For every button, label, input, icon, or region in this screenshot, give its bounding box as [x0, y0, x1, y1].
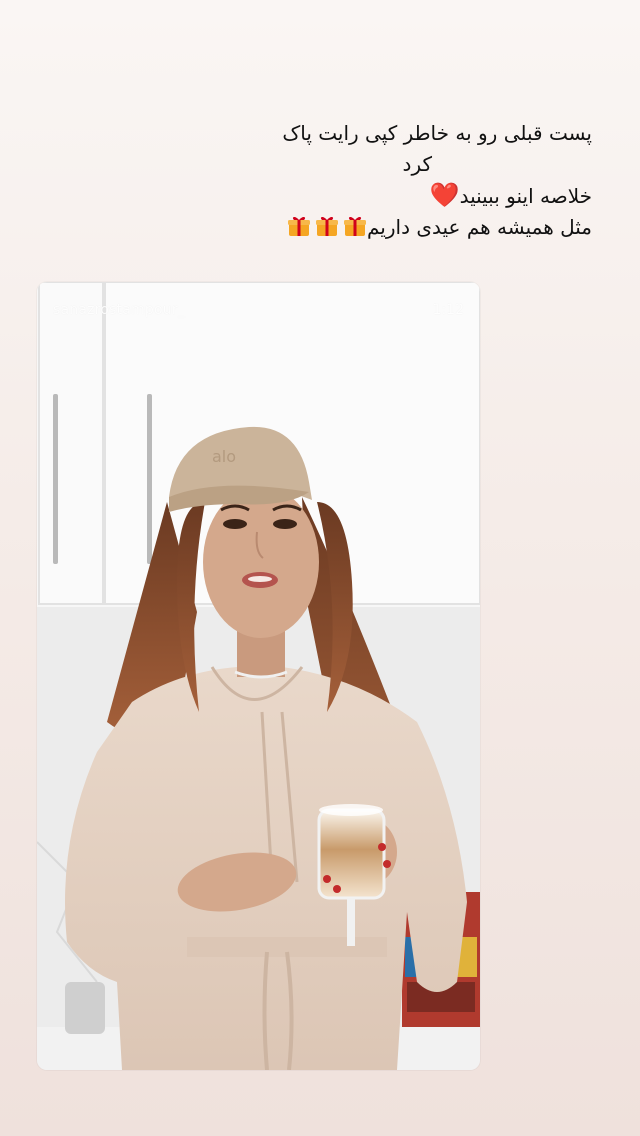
gift-icons: [283, 215, 367, 239]
latte-glass: [317, 808, 386, 900]
caption-line-2: کرد: [402, 152, 432, 176]
reposted-video[interactable]: alo sanazrostampour_ 1:12: [37, 282, 480, 1070]
cabinet-handle: [147, 394, 152, 564]
video-duration: 1:12: [432, 302, 464, 318]
video-frame: alo: [37, 282, 480, 1070]
svg-text:alo: alo: [212, 447, 236, 466]
heart-icon: ❤️: [429, 181, 460, 209]
gift-icon: [287, 214, 311, 238]
story-caption: پست قبلی رو به خاطر کپی رایت پاک کرد خلا…: [192, 118, 592, 243]
caption-line-1: پست قبلی رو به خاطر کپی رایت پاک: [282, 121, 592, 145]
caption-line-4: مثل همیشه هم عیدی داریم: [192, 212, 592, 243]
caption-line-4-text: مثل همیشه هم عیدی داریم: [366, 215, 592, 239]
gift-icon: [343, 214, 367, 238]
caption-line-3-text: خلاصه اینو ببینید: [459, 184, 592, 208]
cabinet-handle: [53, 394, 58, 564]
gift-icon: [315, 214, 339, 238]
caption-line-3: خلاصه اینو ببینید❤️: [192, 180, 592, 212]
video-username[interactable]: sanazrostampour_: [53, 302, 185, 318]
